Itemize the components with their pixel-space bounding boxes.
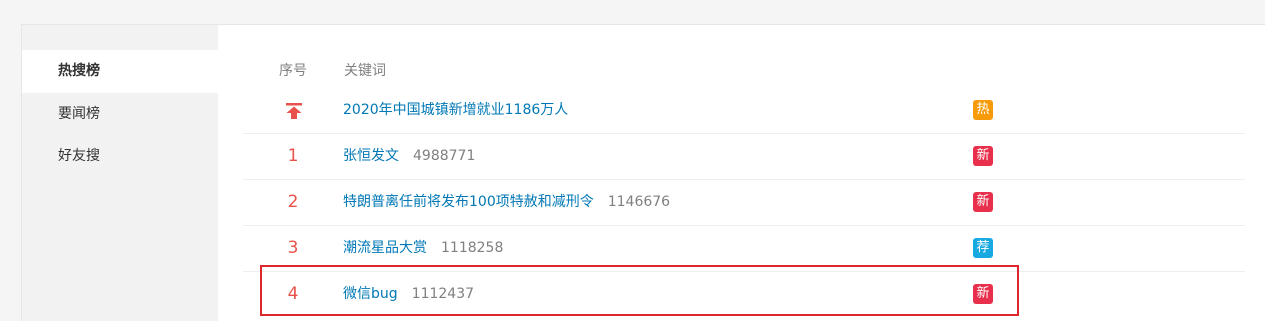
- table-row[interactable]: 3 潮流星品大赏 1118258 荐: [243, 226, 1245, 272]
- keyword-link[interactable]: 2020年中国城镇新增就业1186万人: [343, 102, 568, 118]
- new-badge: 新: [973, 192, 993, 212]
- rank-cell: 1: [287, 146, 299, 166]
- recommend-badge: 荐: [973, 238, 993, 258]
- arrow-to-top-icon: [286, 103, 302, 119]
- search-count: 1112437: [411, 286, 475, 302]
- keyword-link[interactable]: 微信bug: [343, 286, 398, 302]
- new-badge: 新: [973, 284, 993, 304]
- rank-cell: 4: [287, 284, 299, 304]
- new-badge: 新: [973, 146, 993, 166]
- keyword-link[interactable]: 张恒发文: [343, 148, 399, 164]
- header-rank: 序号: [279, 63, 307, 79]
- hot-badge: 热: [973, 100, 993, 120]
- keyword-cell: 特朗普离任前将发布100项特赦和减刑令 1146676: [343, 180, 670, 225]
- keyword-link[interactable]: 潮流星品大赏: [343, 240, 427, 256]
- sidebar-item-hot-search[interactable]: 热搜榜: [22, 50, 218, 93]
- sidebar-item-news[interactable]: 要闻榜: [22, 93, 218, 136]
- keyword-cell: 2020年中国城镇新增就业1186万人: [343, 88, 568, 133]
- keyword-link[interactable]: 特朗普离任前将发布100项特赦和减刑令: [343, 194, 594, 210]
- table-row[interactable]: 4 微信bug 1112437 新: [243, 272, 1245, 318]
- keyword-cell: 张恒发文 4988771: [343, 134, 475, 179]
- sidebar: 热搜榜 要闻榜 好友搜: [22, 25, 218, 321]
- header-keyword: 关键词: [344, 63, 386, 79]
- search-count: 4988771: [413, 148, 476, 164]
- search-count: 1118258: [441, 240, 504, 256]
- rank-cell: 2: [287, 192, 299, 212]
- table-row[interactable]: 1 张恒发文 4988771 新: [243, 134, 1245, 180]
- table-row[interactable]: 2020年中国城镇新增就业1186万人 热: [243, 88, 1245, 134]
- hot-search-panel: 热搜榜 要闻榜 好友搜 序号 关键词 2020年中国城镇新增就业1186万人 热…: [21, 24, 1265, 321]
- sidebar-item-friends-search[interactable]: 好友搜: [22, 135, 218, 178]
- keyword-cell: 潮流星品大赏 1118258: [343, 226, 503, 271]
- table-row[interactable]: 2 特朗普离任前将发布100项特赦和减刑令 1146676 新: [243, 180, 1245, 226]
- rank-cell: 3: [287, 238, 299, 258]
- rank-cell: [243, 88, 343, 133]
- search-count: 1146676: [607, 194, 671, 210]
- keyword-cell: 微信bug 1112437: [343, 272, 474, 317]
